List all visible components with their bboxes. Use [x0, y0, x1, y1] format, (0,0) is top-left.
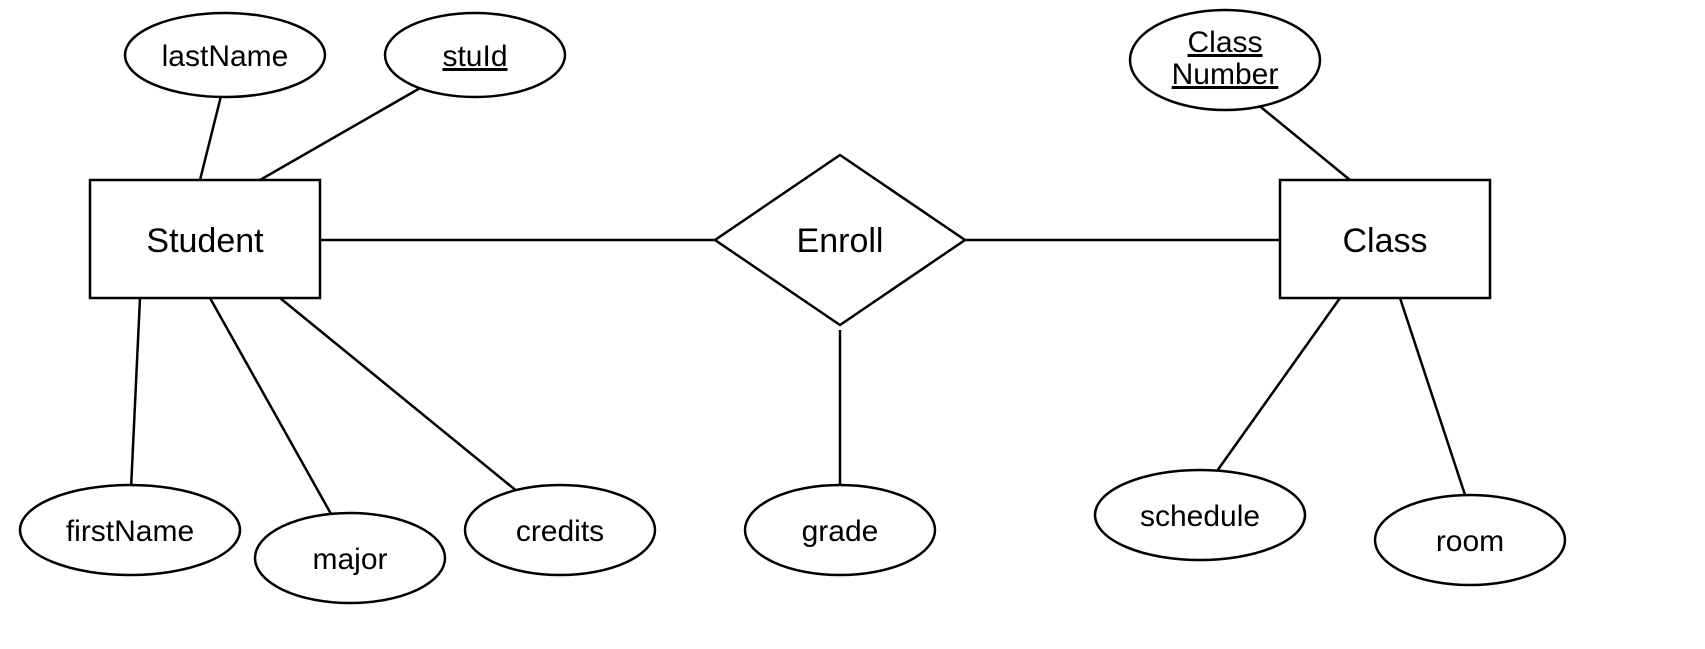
attribute-room-label: room	[1436, 525, 1504, 558]
attribute-major-label: major	[312, 543, 387, 576]
relationship-enroll-label: Enroll	[797, 222, 884, 260]
attribute-classNumber-label-line2: Number	[1172, 58, 1279, 91]
attribute-credits-label: credits	[516, 515, 604, 548]
connector	[130, 298, 140, 510]
connector	[1200, 298, 1340, 495]
connector	[280, 298, 540, 510]
attribute-grade-label: grade	[802, 515, 879, 548]
entity-student-label: Student	[146, 222, 264, 260]
attribute-firstName-label: firstName	[66, 515, 194, 548]
attribute-lastName-label: lastName	[162, 40, 289, 73]
attribute-classNumber-label-line1: Class	[1187, 26, 1262, 59]
entity-class-label: Class	[1342, 222, 1427, 260]
connector	[210, 298, 340, 530]
attribute-stuId-label: stuId	[442, 40, 507, 73]
connector	[1400, 298, 1470, 510]
er-diagram: Student Class Enroll lastName stuId firs…	[0, 0, 1705, 649]
attribute-schedule-label: schedule	[1140, 500, 1260, 533]
